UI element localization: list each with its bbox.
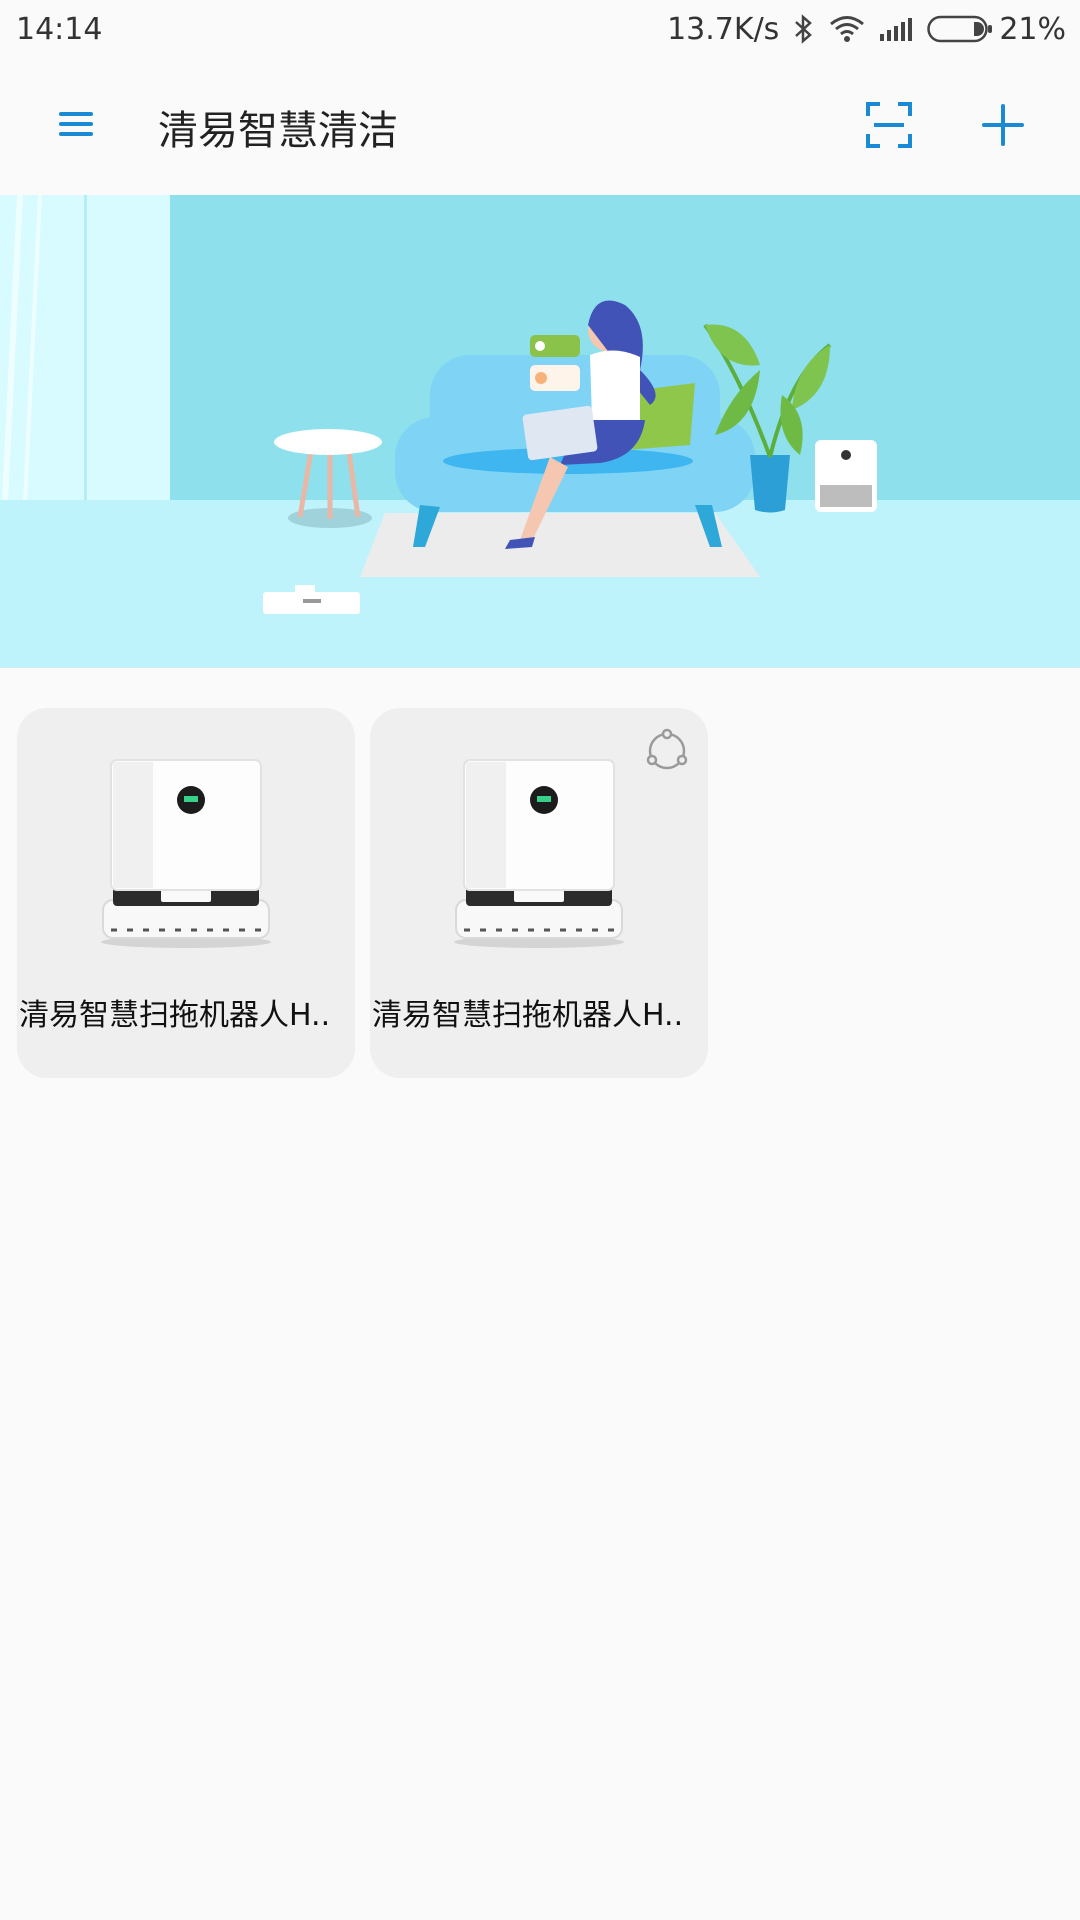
battery-icon — [927, 15, 993, 43]
signal-icon — [879, 16, 913, 42]
battery-indicator: 21% — [927, 12, 1066, 47]
battery-percent: 21% — [999, 11, 1066, 47]
page-title: 清易智慧清洁 — [158, 108, 398, 154]
menu-icon — [59, 112, 93, 136]
robot-vacuum-image — [454, 759, 624, 948]
device-name: 清易智慧扫拖机器人H.. — [372, 998, 684, 1033]
menu-button[interactable] — [54, 102, 98, 146]
app-bar: 清易智慧清洁 — [0, 58, 1080, 194]
network-speed: 13.7K/s — [667, 11, 780, 47]
share-icon — [646, 728, 688, 770]
living-room-illustration — [0, 195, 1080, 667]
device-card[interactable]: 清易智慧扫拖机器人H.. — [370, 708, 708, 1078]
status-time: 14:14 — [16, 11, 103, 47]
bluetooth-icon — [793, 14, 815, 44]
device-card[interactable]: 清易智慧扫拖机器人H.. — [17, 708, 355, 1078]
add-icon — [982, 104, 1024, 146]
robot-vacuum-image — [101, 759, 271, 948]
scan-button[interactable] — [864, 100, 914, 150]
scan-icon — [866, 102, 912, 148]
wifi-icon — [829, 15, 865, 43]
device-name: 清易智慧扫拖机器人H.. — [19, 998, 331, 1033]
add-device-button[interactable] — [978, 100, 1028, 150]
banner-illustration[interactable] — [0, 195, 1080, 668]
status-indicators: 13.7K/s 21% — [667, 12, 1066, 47]
status-bar: 14:14 13.7K/s 21% — [0, 0, 1080, 58]
